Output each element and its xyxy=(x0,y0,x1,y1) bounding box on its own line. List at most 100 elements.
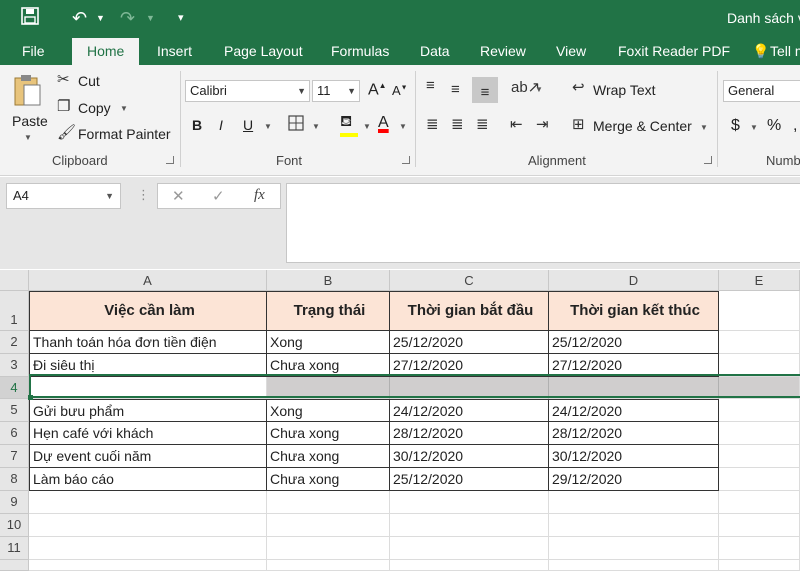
cut-label[interactable]: Cut xyxy=(78,73,100,89)
empty-cell[interactable] xyxy=(29,560,267,571)
row-header-11[interactable]: 11 xyxy=(0,537,29,560)
cut-icon[interactable]: ✂ xyxy=(57,71,70,89)
empty-cell[interactable] xyxy=(390,560,549,571)
format-painter-label[interactable]: Format Painter xyxy=(78,126,171,142)
customize-qat-icon[interactable]: ▾ xyxy=(178,6,184,30)
table-cell[interactable] xyxy=(267,377,390,399)
empty-cell[interactable] xyxy=(267,514,390,537)
copy-label[interactable]: Copy xyxy=(78,100,111,116)
cell-e4[interactable] xyxy=(719,377,800,399)
cell-e5[interactable] xyxy=(719,399,800,422)
currency-button[interactable]: $ xyxy=(731,117,740,135)
empty-cell[interactable] xyxy=(719,491,800,514)
cell-e7[interactable] xyxy=(719,445,800,468)
table-cell[interactable]: Chưa xong xyxy=(267,422,390,445)
save-icon[interactable] xyxy=(20,6,40,32)
comma-icon[interactable]: , xyxy=(793,117,797,135)
decrease-indent-icon[interactable]: ⇤ xyxy=(510,116,523,134)
table-cell[interactable]: 25/12/2020 xyxy=(390,331,549,354)
align-top-icon[interactable]: ≡ xyxy=(426,77,435,95)
cell-e3[interactable] xyxy=(719,354,800,377)
header-cell-start[interactable]: Thời gian bắt đầu xyxy=(390,291,549,331)
fill-handle[interactable] xyxy=(28,395,33,400)
empty-cell[interactable] xyxy=(719,514,800,537)
empty-cell[interactable] xyxy=(390,537,549,560)
merge-center-icon[interactable]: ⊞ xyxy=(572,116,585,134)
table-cell[interactable]: Dự event cuối năm xyxy=(29,445,267,468)
tab-formulas[interactable]: Formulas xyxy=(331,38,389,65)
row-header-8[interactable]: 8 xyxy=(0,468,29,491)
column-header-b[interactable]: B xyxy=(267,270,390,291)
table-cell[interactable]: 30/12/2020 xyxy=(390,445,549,468)
empty-cell[interactable] xyxy=(549,514,719,537)
select-all-corner[interactable] xyxy=(0,270,29,291)
empty-cell[interactable] xyxy=(267,491,390,514)
table-cell[interactable]: Chưa xong xyxy=(267,445,390,468)
alignment-launcher-icon[interactable] xyxy=(704,156,712,164)
fill-color-dropdown-icon[interactable]: ▼ xyxy=(363,122,371,131)
align-bottom-icon[interactable]: ≡ xyxy=(472,77,498,103)
tab-review[interactable]: Review xyxy=(480,38,526,65)
table-cell[interactable]: Chưa xong xyxy=(267,354,390,377)
align-center-icon[interactable]: ≣ xyxy=(451,116,464,134)
row-header-6[interactable]: 6 xyxy=(0,422,29,445)
font-color-button[interactable]: A xyxy=(378,114,389,132)
table-cell[interactable]: 25/12/2020 xyxy=(390,468,549,491)
tab-home[interactable]: Home xyxy=(72,38,140,65)
row-header-3[interactable]: 3 xyxy=(0,354,29,377)
borders-dropdown-icon[interactable]: ▼ xyxy=(312,122,320,131)
row-header-9[interactable]: 9 xyxy=(0,491,29,514)
wrap-text-label[interactable]: Wrap Text xyxy=(593,82,656,98)
table-cell[interactable]: 30/12/2020 xyxy=(549,445,719,468)
column-header-c[interactable]: C xyxy=(390,270,549,291)
copy-dropdown-icon[interactable]: ▼ xyxy=(120,104,128,113)
empty-cell[interactable] xyxy=(390,514,549,537)
header-cell-status[interactable]: Trạng thái xyxy=(267,291,390,331)
merge-center-dropdown-icon[interactable]: ▼ xyxy=(700,123,708,132)
merge-center-label[interactable]: Merge & Center xyxy=(593,118,692,134)
tab-file[interactable]: File xyxy=(22,38,45,65)
tab-view[interactable]: View xyxy=(556,38,586,65)
font-name-select[interactable]: Calibri ▼ xyxy=(185,80,310,102)
empty-cell[interactable] xyxy=(549,560,719,571)
tab-foxit-reader-pdf[interactable]: Foxit Reader PDF xyxy=(618,38,730,65)
align-right-icon[interactable]: ≣ xyxy=(476,116,489,134)
tab-tell-me[interactable]: Tell m xyxy=(770,38,800,65)
empty-cell[interactable] xyxy=(267,537,390,560)
table-cell[interactable] xyxy=(549,377,719,399)
bold-button[interactable]: B xyxy=(192,117,202,133)
percent-button[interactable]: % xyxy=(767,117,781,135)
font-size-select[interactable]: 11 ▼ xyxy=(312,80,360,102)
empty-cell[interactable] xyxy=(549,537,719,560)
paste-dropdown-icon[interactable]: ▼ xyxy=(24,133,32,142)
cell-e8[interactable] xyxy=(719,468,800,491)
table-cell[interactable]: Làm báo cáo xyxy=(29,468,267,491)
column-header-a[interactable]: A xyxy=(29,270,267,291)
align-middle-icon[interactable]: ≡ xyxy=(451,81,460,99)
redo-dropdown-icon[interactable]: ▼ xyxy=(146,6,155,30)
header-cell-end[interactable]: Thời gian kết thúc xyxy=(549,291,719,331)
table-cell[interactable]: 27/12/2020 xyxy=(549,354,719,377)
table-cell[interactable]: 25/12/2020 xyxy=(549,331,719,354)
table-cell[interactable] xyxy=(390,377,549,399)
row-header-5[interactable]: 5 xyxy=(0,399,29,422)
paste-icon[interactable] xyxy=(12,73,42,110)
clipboard-launcher-icon[interactable] xyxy=(166,156,174,164)
undo-dropdown-icon[interactable]: ▼ xyxy=(96,6,105,30)
underline-dropdown-icon[interactable]: ▼ xyxy=(264,122,272,131)
borders-icon[interactable] xyxy=(288,115,304,134)
fill-color-icon[interactable]: ⛾ xyxy=(340,113,358,137)
table-cell[interactable]: 24/12/2020 xyxy=(390,399,549,422)
table-cell[interactable]: Hẹn café với khách xyxy=(29,422,267,445)
row-header-4[interactable]: 4 xyxy=(0,377,29,399)
cancel-icon[interactable]: ✕ xyxy=(172,187,185,205)
table-cell[interactable]: Xong xyxy=(267,331,390,354)
cell-e1[interactable] xyxy=(719,291,800,331)
column-header-e[interactable]: E xyxy=(719,270,800,291)
orientation-dropdown-icon[interactable]: ▼ xyxy=(535,85,543,94)
header-cell-task[interactable]: Việc cần làm xyxy=(29,291,267,331)
table-cell[interactable]: 29/12/2020 xyxy=(549,468,719,491)
empty-cell[interactable] xyxy=(390,491,549,514)
empty-cell[interactable] xyxy=(719,537,800,560)
empty-cell[interactable] xyxy=(29,537,267,560)
